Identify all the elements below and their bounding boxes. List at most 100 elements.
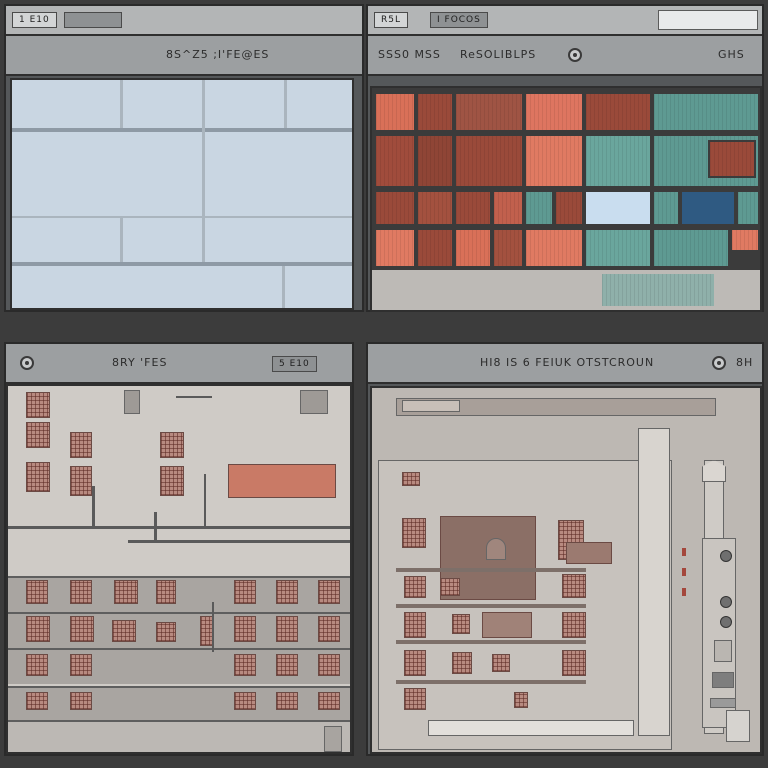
building-block[interactable] <box>234 580 256 604</box>
building-block[interactable] <box>318 580 340 604</box>
building-block[interactable] <box>440 578 460 596</box>
settings-icon[interactable] <box>712 356 726 370</box>
building-block[interactable] <box>114 580 138 604</box>
top-left-canvas[interactable] <box>10 78 354 310</box>
building-block[interactable] <box>26 692 48 710</box>
building-block[interactable] <box>276 692 298 710</box>
building-block[interactable] <box>404 650 426 676</box>
building-block[interactable] <box>70 580 92 604</box>
grid-cell[interactable] <box>584 134 652 188</box>
grid-cell[interactable] <box>652 190 680 226</box>
grid-cell[interactable] <box>524 228 584 268</box>
building-block[interactable] <box>452 652 472 674</box>
building-block[interactable] <box>26 462 50 492</box>
building-block[interactable] <box>492 654 510 672</box>
top-left-tab-chip[interactable]: 1 E10 <box>12 12 57 28</box>
grid-cell[interactable] <box>554 190 584 226</box>
grid-cell[interactable] <box>492 228 524 268</box>
building-block[interactable] <box>452 614 470 634</box>
grid-cell[interactable] <box>652 92 760 132</box>
building-block[interactable] <box>402 472 420 486</box>
building-block-wide[interactable] <box>228 464 336 498</box>
building-block[interactable] <box>482 612 532 638</box>
building-block[interactable] <box>70 466 92 496</box>
building-block[interactable] <box>70 616 94 642</box>
building-block[interactable] <box>70 432 92 458</box>
control-switch[interactable] <box>714 640 732 662</box>
top-right-search-field[interactable] <box>658 10 758 30</box>
grid-cell[interactable] <box>730 228 760 252</box>
building-block[interactable] <box>26 616 50 642</box>
grid-cell[interactable] <box>584 190 652 226</box>
settings-icon[interactable] <box>20 356 34 370</box>
grid-cell[interactable] <box>524 134 584 188</box>
bottom-left-floorplan[interactable] <box>6 384 352 754</box>
building-block[interactable] <box>276 654 298 676</box>
road <box>176 396 212 398</box>
grid-cell[interactable] <box>374 134 416 188</box>
building-block[interactable] <box>404 612 426 638</box>
grid-cell[interactable] <box>416 134 454 188</box>
building-block[interactable] <box>234 654 256 676</box>
building-block[interactable] <box>318 692 340 710</box>
building-block[interactable] <box>402 518 426 548</box>
bottom-left-chip[interactable]: 5 E10 <box>272 356 317 372</box>
grid-cell[interactable] <box>416 228 454 268</box>
building-block[interactable] <box>26 392 50 418</box>
building-block[interactable] <box>112 620 136 642</box>
grid-cell[interactable] <box>680 190 736 226</box>
building-block[interactable] <box>160 432 184 458</box>
corner-button[interactable] <box>726 710 750 742</box>
grid-cell[interactable] <box>454 134 524 188</box>
settings-icon[interactable] <box>568 48 582 62</box>
grid-cell[interactable] <box>416 92 454 132</box>
building-block[interactable] <box>156 622 176 642</box>
building-block[interactable] <box>26 422 50 448</box>
grid-cell[interactable] <box>736 190 760 226</box>
grid-cell[interactable] <box>524 190 554 226</box>
building-block[interactable] <box>404 576 426 598</box>
grid-cell[interactable] <box>454 190 492 226</box>
grid-cell[interactable] <box>524 92 584 132</box>
grid-cell[interactable] <box>374 190 416 226</box>
grid-cell[interactable] <box>652 228 730 268</box>
building-block[interactable] <box>70 654 92 676</box>
control-knob[interactable] <box>720 596 732 608</box>
grid-cell[interactable] <box>416 190 454 226</box>
building-block[interactable] <box>276 580 298 604</box>
building-block[interactable] <box>566 542 612 564</box>
building-block[interactable] <box>318 654 340 676</box>
grid-cell[interactable] <box>374 92 416 132</box>
building-block[interactable] <box>318 616 340 642</box>
building-block[interactable] <box>404 688 426 710</box>
road <box>128 540 350 543</box>
building-block[interactable] <box>160 466 184 496</box>
bottom-right-floorplan[interactable] <box>370 386 762 754</box>
top-right-tab-chip[interactable]: R5L <box>374 12 408 28</box>
building-block[interactable] <box>276 616 298 642</box>
grid-cell[interactable] <box>454 92 524 132</box>
top-left-tab-chip-2[interactable] <box>64 12 122 28</box>
grid-cell[interactable] <box>492 190 524 226</box>
bottom-left-panel: 8RY 'FES 5 E10 <box>4 342 354 756</box>
building-block[interactable] <box>234 692 256 710</box>
building-block[interactable] <box>70 692 92 710</box>
building-block[interactable] <box>26 654 48 676</box>
building-block[interactable] <box>562 574 586 598</box>
building-block[interactable] <box>562 650 586 676</box>
building-block[interactable] <box>156 580 176 604</box>
control-knob[interactable] <box>720 616 732 628</box>
top-right-tab-chip-2[interactable]: I FOCOS <box>430 12 488 28</box>
top-right-color-grid[interactable] <box>370 86 762 312</box>
building-block[interactable] <box>562 612 586 638</box>
building-block[interactable] <box>234 616 256 642</box>
building-block[interactable] <box>26 580 48 604</box>
grid-cell[interactable] <box>374 228 416 268</box>
building-block[interactable] <box>514 692 528 708</box>
grid-cell[interactable] <box>584 228 652 268</box>
control-slider[interactable] <box>710 698 736 708</box>
grid-cell[interactable] <box>454 228 492 268</box>
grid-cell[interactable] <box>708 140 756 178</box>
grid-cell[interactable] <box>584 92 652 132</box>
control-knob[interactable] <box>720 550 732 562</box>
